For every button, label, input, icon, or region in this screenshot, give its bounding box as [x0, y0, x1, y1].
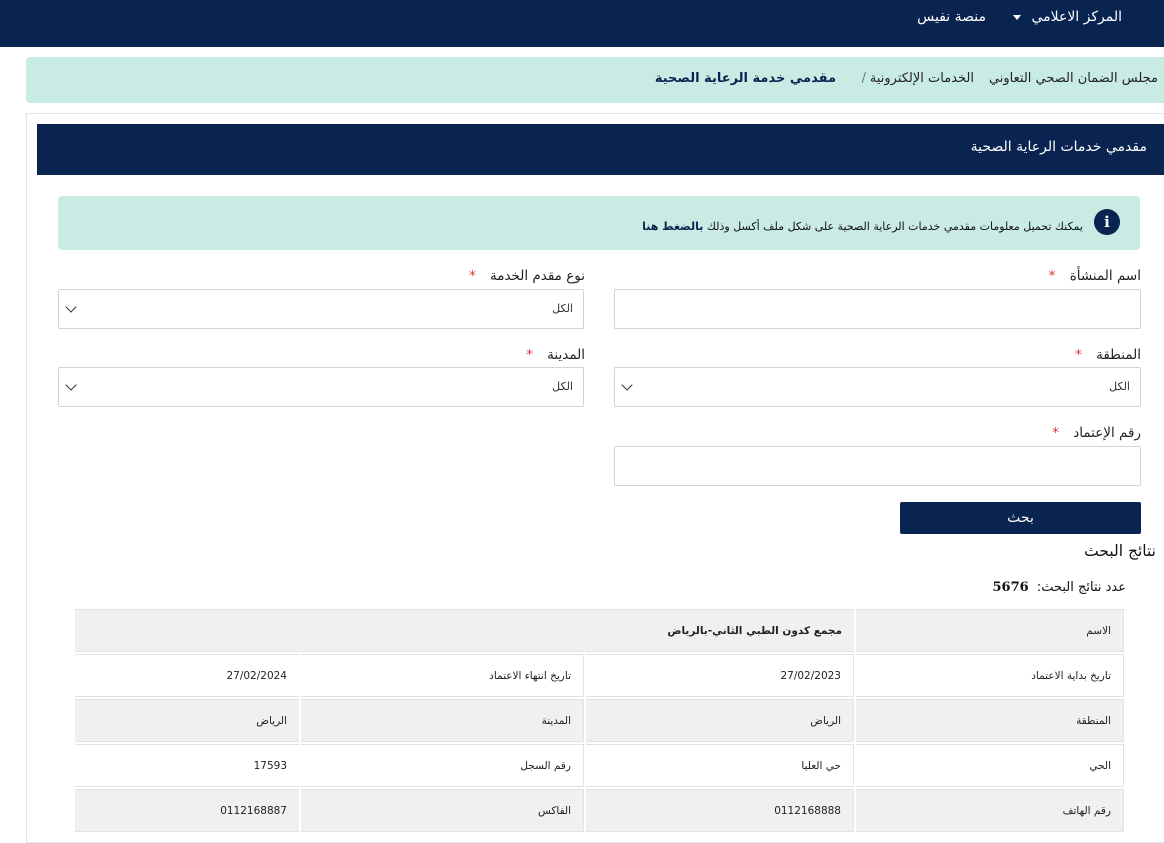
city-label: المدينة * [526, 347, 585, 363]
city-selected: الكل [552, 380, 573, 393]
table-cell-value: 0112168887 [75, 789, 299, 832]
cell-text: حي العليا [801, 760, 841, 772]
cell-text: الرياض [810, 715, 841, 727]
table-cell-label: الحي [856, 744, 1124, 787]
required-mark: * [1052, 425, 1059, 441]
info-icon: i [1094, 209, 1120, 235]
accreditation-number-input[interactable] [614, 446, 1141, 486]
breadcrumb: مجلس الضمان الصحي التعاوني الخدمات الإلك… [26, 57, 1164, 103]
nav-media-center-label: المركز الاعلامي [1031, 9, 1122, 25]
cell-text: 27/02/2023 [780, 670, 841, 682]
region-selected: الكل [1109, 380, 1130, 393]
card-header: مقدمي خدمات الرعاية الصحية [37, 124, 1164, 175]
cell-text: تاريخ بداية الاعتماد [1031, 670, 1111, 682]
provider-type-selected: الكل [552, 302, 573, 315]
required-mark: * [468, 268, 476, 284]
cell-text: الرياض [256, 715, 287, 727]
facility-name-input[interactable] [614, 289, 1141, 329]
table-row: تاريخ بداية الاعتماد 27/02/2023 تاريخ ان… [75, 654, 1124, 699]
breadcrumb-separator: / [861, 71, 866, 86]
nav-nafees-platform[interactable]: منصة نفيس [917, 9, 986, 25]
provider-type-select[interactable]: الكل [58, 289, 584, 329]
cell-text: المنطقة [1076, 715, 1111, 727]
info-text: يمكنك تحميل معلومات مقدمي خدمات الرعاية … [642, 220, 1083, 233]
cell-text: الحي [1089, 760, 1111, 772]
cell-text: 0112168888 [774, 805, 841, 817]
breadcrumb-eservices[interactable]: الخدمات الإلكترونية [870, 71, 974, 86]
cell-text: الفاكس [537, 805, 571, 817]
results-table: الاسم مجمع كدون الطبي الثاني-بالرياض تار… [75, 609, 1124, 834]
cell-text: 0112168887 [220, 805, 287, 817]
breadcrumb-home[interactable]: مجلس الضمان الصحي التعاوني [989, 71, 1158, 86]
region-select[interactable]: الكل [614, 367, 1141, 407]
table-cell-value: الرياض [75, 699, 299, 742]
nav-media-center[interactable]: المركز الاعلامي [1012, 9, 1122, 25]
region-label-text: المنطقة [1096, 347, 1141, 363]
table-cell-label: رقم السجل [301, 744, 584, 787]
caret-down-icon [1012, 14, 1021, 20]
table-cell-value: 0112168888 [586, 789, 854, 832]
provider-type-label-text: نوع مقدم الخدمة [489, 268, 585, 284]
table-row: رقم الهاتف 0112168888 الفاكس 0112168887 [75, 789, 1124, 834]
accreditation-label: رقم الإعتماد * [1052, 425, 1141, 441]
table-cell-label: تاريخ بداية الاعتماد [856, 654, 1124, 697]
card-title: مقدمي خدمات الرعاية الصحية [970, 139, 1147, 155]
city-label-text: المدينة [547, 347, 585, 363]
info-alert: i يمكنك تحميل معلومات مقدمي خدمات الرعاي… [58, 196, 1140, 250]
cell-text: 17593 [253, 760, 287, 772]
table-cell-label: المنطقة [856, 699, 1124, 742]
results-title: نتائج البحث [1084, 542, 1156, 560]
required-mark: * [1048, 268, 1056, 284]
table-cell-value: الرياض [586, 699, 854, 742]
nav-nafees-label: منصة نفيس [917, 9, 986, 25]
table-cell-label: المدينة [301, 699, 584, 742]
required-mark: * [1075, 347, 1082, 363]
cell-text: رقم السجل [520, 760, 571, 772]
table-cell-label: الاسم [856, 609, 1124, 652]
download-excel-link[interactable]: بالضغط هنا [642, 220, 703, 233]
region-label: المنطقة * [1075, 347, 1141, 363]
top-navbar: المركز الاعلامي منصة نفيس [0, 0, 1164, 47]
search-button[interactable]: بحث [900, 502, 1141, 534]
table-row: الاسم مجمع كدون الطبي الثاني-بالرياض [75, 609, 1124, 654]
cell-text: تاريخ انتهاء الاعتماد [489, 670, 571, 682]
cell-text: مجمع كدون الطبي الثاني-بالرياض [667, 625, 842, 637]
accreditation-label-text: رقم الإعتماد [1073, 425, 1141, 441]
table-cell-value: 27/02/2023 [586, 654, 854, 697]
table-row: المنطقة الرياض المدينة الرياض [75, 699, 1124, 744]
table-cell-value: مجمع كدون الطبي الثاني-بالرياض [75, 609, 854, 652]
results-count-label: عدد نتائج البحث: [1036, 580, 1126, 595]
table-cell-label: تاريخ انتهاء الاعتماد [301, 654, 584, 697]
cell-text: 27/02/2024 [226, 670, 287, 682]
table-cell-label: الفاكس [301, 789, 584, 832]
required-mark: * [526, 347, 533, 363]
chevron-down-icon [65, 379, 77, 391]
provider-type-label: نوع مقدم الخدمة * [469, 268, 585, 284]
facility-name-label-text: اسم المنشأة [1069, 268, 1141, 284]
cell-text: المدينة [541, 715, 571, 727]
results-count-value: 5676 [992, 580, 1029, 595]
chevron-down-icon [65, 301, 77, 313]
cell-text: الاسم [1086, 625, 1111, 637]
breadcrumb-current: مقدمي خدمة الرعاية الصحية [654, 71, 836, 86]
table-cell-value: حي العليا [586, 744, 854, 787]
cell-text: رقم الهاتف [1062, 805, 1111, 817]
table-cell-value: 17593 [75, 744, 299, 787]
results-count: عدد نتائج البحث: 5676 [992, 580, 1126, 595]
chevron-down-icon [621, 379, 633, 391]
facility-name-label: اسم المنشأة * [1049, 268, 1141, 284]
table-row: الحي حي العليا رقم السجل 17593 [75, 744, 1124, 789]
table-cell-value: 27/02/2024 [75, 654, 299, 697]
table-cell-label: رقم الهاتف [856, 789, 1124, 832]
info-message: يمكنك تحميل معلومات مقدمي خدمات الرعاية … [706, 220, 1083, 233]
city-select[interactable]: الكل [58, 367, 584, 407]
